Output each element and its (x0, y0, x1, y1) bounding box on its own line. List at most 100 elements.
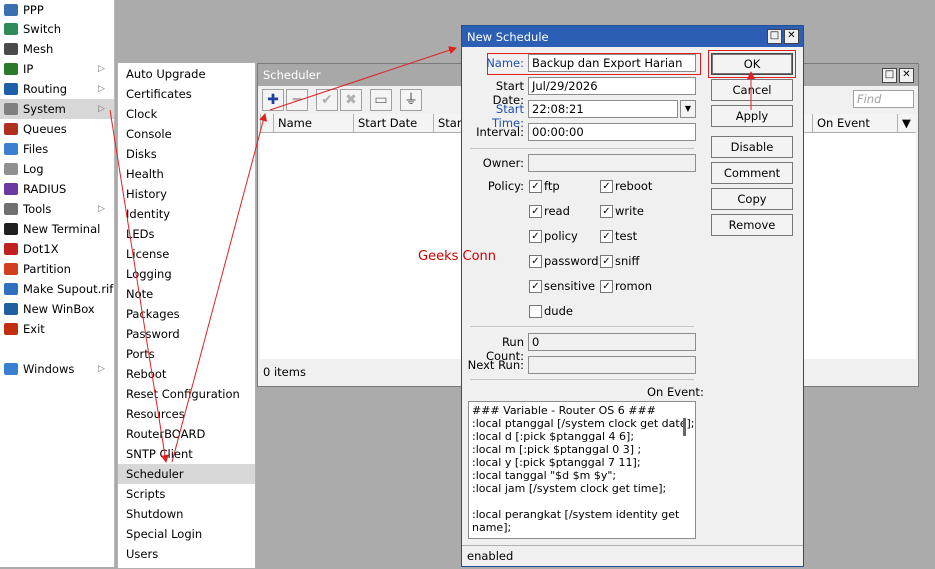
submenu-item-disks[interactable]: Disks (118, 144, 255, 164)
menu-item-radius[interactable]: RADIUS (0, 179, 114, 199)
submenu-item-leds[interactable]: LEDs (118, 224, 255, 244)
find-input[interactable]: Find (853, 90, 914, 108)
submenu-item-reboot[interactable]: Reboot (118, 364, 255, 384)
menu-item-tools[interactable]: Tools ▷ (0, 199, 114, 219)
menu-item-system[interactable]: System ▷ (0, 99, 114, 119)
interval-field[interactable]: 00:00:00 (528, 123, 696, 141)
start-time-field[interactable]: 22:08:21 (528, 100, 678, 118)
submenu-item-scripts[interactable]: Scripts (118, 484, 255, 504)
name-field[interactable]: Backup dan Export Harian (528, 54, 696, 72)
comment-button[interactable]: Comment (711, 162, 793, 184)
policy-label-reboot: reboot (615, 179, 653, 193)
policy-checkbox-ftp[interactable]: ✓ (529, 180, 542, 193)
submenu-item-clock[interactable]: Clock (118, 104, 255, 124)
submenu-item-health[interactable]: Health (118, 164, 255, 184)
menu-item-dot1x[interactable]: Dot1X (0, 239, 114, 259)
menu-item-label: Queues (23, 122, 67, 136)
submenu-item-certificates[interactable]: Certificates (118, 84, 255, 104)
submenu-item-ports[interactable]: Ports (118, 344, 255, 364)
policy-label-write: write (615, 204, 644, 218)
menu-item-label: Exit (23, 322, 45, 336)
comment-button[interactable]: ▭ (370, 89, 392, 111)
submenu-item-history[interactable]: History (118, 184, 255, 204)
ppp-icon (4, 4, 18, 16)
menu-item-routing[interactable]: Routing ▷ (0, 79, 114, 99)
menu-item-log[interactable]: Log (0, 159, 114, 179)
dialog-close-button[interactable]: ✕ (784, 29, 799, 44)
menu-item-files[interactable]: Files (0, 139, 114, 159)
mesh-icon (4, 43, 18, 55)
menu-item-partition[interactable]: Partition (0, 259, 114, 279)
submenu-item-label: Certificates (126, 87, 192, 101)
submenu-item-label: Special Login (126, 527, 203, 541)
submenu-item-label: LEDs (126, 227, 155, 241)
policy-checkbox-policy[interactable]: ✓ (529, 230, 542, 243)
submenu-item-resources[interactable]: Resources (118, 404, 255, 424)
policy-checkbox-read[interactable]: ✓ (529, 205, 542, 218)
dialog-maximize-button[interactable]: □ (767, 29, 782, 44)
disable-button[interactable]: Disable (711, 136, 793, 158)
menu-item-mesh[interactable]: Mesh (0, 39, 114, 59)
menu-item-windows[interactable]: Windows ▷ (0, 359, 114, 379)
submenu-item-reset-configuration[interactable]: Reset Configuration (118, 384, 255, 404)
menu-item-new-winbox[interactable]: New WinBox (0, 299, 114, 319)
menu-item-ppp[interactable]: PPP (0, 0, 114, 20)
submenu-item-console[interactable]: Console (118, 124, 255, 144)
column-name[interactable]: Name (273, 114, 350, 132)
policy-checkbox-sensitive[interactable]: ✓ (529, 280, 542, 293)
submenu-item-password[interactable]: Password (118, 324, 255, 344)
menu-item-ip[interactable]: IP ▷ (0, 59, 114, 79)
submenu-item-scheduler[interactable]: Scheduler (118, 464, 255, 484)
filter-button[interactable]: ⏚ (400, 89, 422, 111)
routing-icon (4, 83, 18, 95)
start-date-field[interactable]: Jul/29/2026 (528, 77, 696, 95)
add-button[interactable]: ✚ (262, 89, 284, 111)
submenu-item-label: SNTP Client (126, 447, 193, 461)
dropdown-icon: ▼ (684, 104, 692, 113)
code-line: :local y [:pick $ptanggal 7 11]; (472, 456, 641, 469)
submenu-item-special-login[interactable]: Special Login (118, 524, 255, 544)
submenu-item-identity[interactable]: Identity (118, 204, 255, 224)
scrollbar-thumb[interactable] (683, 418, 686, 436)
disable-button[interactable]: ✖ (340, 89, 362, 111)
submenu-item-packages[interactable]: Packages (118, 304, 255, 324)
policy-checkbox-reboot[interactable]: ✓ (600, 180, 613, 193)
start-time-dropdown[interactable]: ▼ (680, 100, 696, 118)
copy-button[interactable]: Copy (711, 188, 793, 210)
submenu-item-sntp-client[interactable]: SNTP Client (118, 444, 255, 464)
submenu-item-shutdown[interactable]: Shutdown (118, 504, 255, 524)
submenu-item-note[interactable]: Note (118, 284, 255, 304)
remove-button[interactable]: Remove (711, 214, 793, 236)
column-on-event[interactable]: On Event (812, 114, 897, 132)
submenu-item-routerboard[interactable]: RouterBOARD (118, 424, 255, 444)
policy-checkbox-password[interactable]: ✓ (529, 255, 542, 268)
policy-checkbox-sniff[interactable]: ✓ (600, 255, 613, 268)
menu-item-queues[interactable]: Queues (0, 119, 114, 139)
menu-item-exit[interactable]: Exit (0, 319, 114, 339)
menu-item-label: PPP (23, 3, 44, 17)
cancel-button[interactable]: Cancel (711, 79, 793, 101)
column-start-date[interactable]: Start Date (353, 114, 428, 132)
submenu-item-logging[interactable]: Logging (118, 264, 255, 284)
menu-item-new-terminal[interactable]: New Terminal (0, 219, 114, 239)
close-button[interactable]: ✕ (899, 68, 914, 83)
menu-item-switch[interactable]: Switch (0, 19, 114, 39)
policy-checkbox-romon[interactable]: ✓ (600, 280, 613, 293)
column-menu[interactable]: ▼ (897, 114, 916, 132)
dialog-title-bar[interactable]: New Schedule □ ✕ (462, 26, 803, 47)
submenu-arrow-icon: ▷ (98, 84, 105, 94)
column-start-time[interactable]: Start (433, 114, 466, 132)
remove-button[interactable]: ━ (286, 89, 308, 111)
submenu-item-auto-upgrade[interactable]: Auto Upgrade (118, 64, 255, 84)
policy-checkbox-write[interactable]: ✓ (600, 205, 613, 218)
maximize-button[interactable]: □ (882, 68, 897, 83)
enable-button[interactable]: ✔ (316, 89, 338, 111)
menu-item-label: System (23, 102, 66, 116)
on-event-editor[interactable]: ### Variable - Router OS 6 ###:local pta… (468, 401, 696, 539)
submenu-item-license[interactable]: License (118, 244, 255, 264)
menu-item-make-supout-rif[interactable]: Make Supout.rif (0, 279, 114, 299)
submenu-item-users[interactable]: Users (118, 544, 255, 564)
policy-checkbox-dude[interactable] (529, 305, 542, 318)
policy-checkbox-test[interactable]: ✓ (600, 230, 613, 243)
apply-button[interactable]: Apply (711, 105, 793, 127)
